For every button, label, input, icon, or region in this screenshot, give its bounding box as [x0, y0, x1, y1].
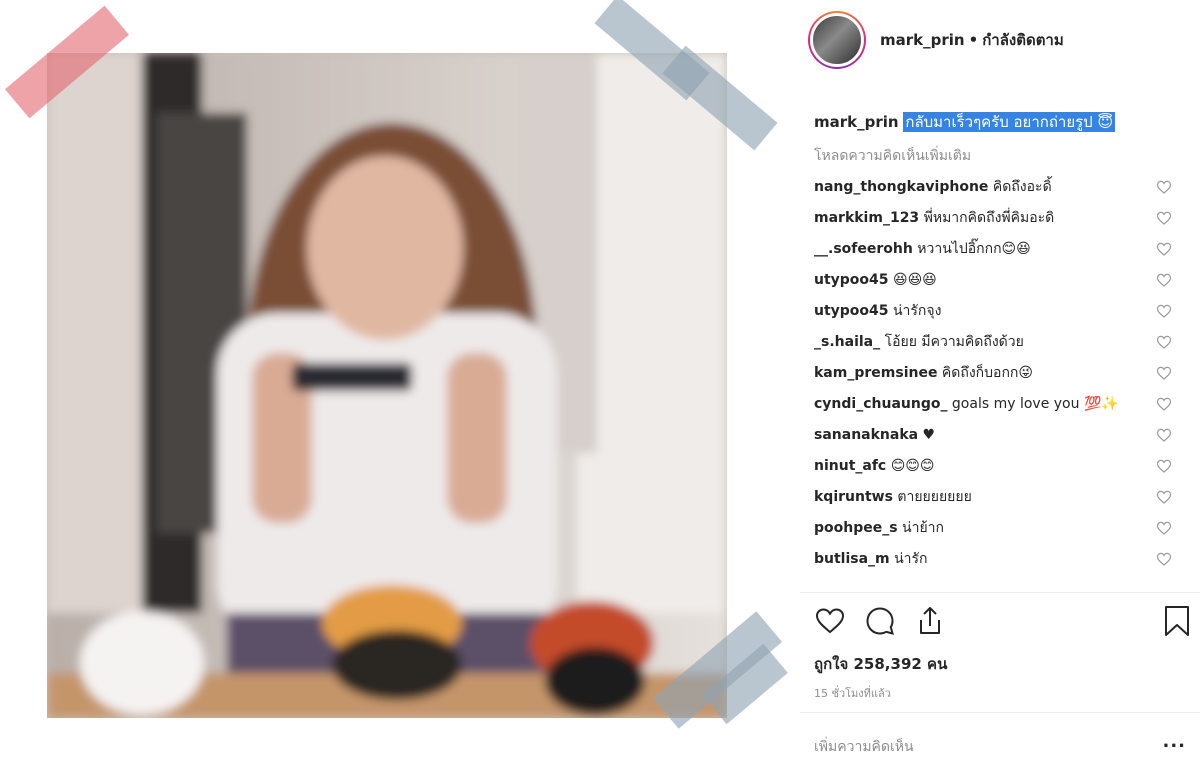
comment-list: nang_thongkaviphone คิดถึงอะดิ้ markkim_1… — [814, 177, 1186, 580]
load-more-comments-link[interactable]: โหลดความคิดเห็นเพิ่มเติม — [814, 145, 971, 167]
comment-like-icon[interactable] — [1156, 210, 1172, 226]
comment-like-icon[interactable] — [1156, 272, 1172, 288]
comment-text: ตายยยยยยย — [897, 489, 972, 505]
comment-row: butlisa_m น่ารัก — [814, 549, 1186, 569]
comment-text: goals my love you 💯✨ — [951, 396, 1119, 412]
comment-row: cyndi_chuaungo_ goals my love you 💯✨ — [814, 394, 1186, 414]
action-bar — [814, 605, 946, 637]
comment-row: utypoo45 😆😆😆 — [814, 270, 1186, 290]
comment-username[interactable]: utypoo45 — [814, 272, 889, 288]
comment-text: หวานไปอิ๊กกก😊😆 — [917, 241, 1031, 257]
comment-username[interactable]: markkim_123 — [814, 210, 919, 226]
comment-username[interactable]: poohpee_s — [814, 520, 898, 536]
comment-row: utypoo45 น่ารักจุง — [814, 301, 1186, 321]
comment-username[interactable]: __.sofeerohh — [814, 241, 913, 257]
comment-row: kqiruntws ตายยยยยยย — [814, 487, 1186, 507]
comment-row: _s.haila_ โอ้ยย มีความคิดถึงด้วย — [814, 332, 1186, 352]
divider — [800, 592, 1200, 593]
comment-like-icon[interactable] — [1156, 179, 1172, 195]
comment-username[interactable]: butlisa_m — [814, 551, 890, 567]
comment-row: markkim_123 พี่หมากคิดถึงพี่คิมอะดิ — [814, 208, 1186, 228]
comment-like-icon[interactable] — [1156, 334, 1172, 350]
comment-text: 😊😊😊 — [890, 458, 935, 474]
post-header: mark_prin • กำลังติดตาม — [808, 10, 1064, 70]
add-comment-input[interactable]: เพิ่มความคิดเห็น — [814, 736, 914, 758]
comment-text: คิดถึงอะดิ้ — [992, 179, 1052, 195]
comment-username[interactable]: ninut_afc — [814, 458, 886, 474]
caption-text: กลับมาเร็วๆครับ อยากถ่ายรูป 😇 — [903, 112, 1116, 132]
comment-text: คิดถึงก็บอกก😜 — [941, 365, 1033, 381]
comment-text: โอ้ยย มีความคิดถึงด้วย — [884, 334, 1024, 350]
comment-like-icon[interactable] — [1156, 489, 1172, 505]
comment-like-icon[interactable] — [1156, 241, 1172, 257]
comment-text: ♥ — [922, 427, 936, 443]
photo-illustration — [47, 53, 727, 718]
bookmark-icon[interactable] — [1162, 605, 1192, 637]
more-options-icon[interactable]: ... — [1162, 731, 1186, 752]
comment-username[interactable]: nang_thongkaviphone — [814, 179, 988, 195]
comment-row: poohpee_s น่าย้าก — [814, 518, 1186, 538]
comment-username[interactable]: _s.haila_ — [814, 334, 880, 350]
post-photo[interactable] — [47, 53, 727, 718]
comment-text: น่าย้าก — [902, 520, 945, 536]
comment-username[interactable]: cyndi_chuaungo_ — [814, 396, 947, 412]
comment-text: น่ารักจุง — [892, 303, 942, 319]
post-sidebar: mark_prin • กำลังติดตาม mark_prin กลับมาเร… — [800, 0, 1200, 775]
comment-username[interactable]: kqiruntws — [814, 489, 893, 505]
comment-row: nang_thongkaviphone คิดถึงอะดิ้ — [814, 177, 1186, 197]
avatar-image — [810, 13, 864, 67]
header-username[interactable]: mark_prin — [880, 31, 965, 49]
follow-status-button[interactable]: กำลังติดตาม — [982, 31, 1064, 49]
comment-text: 😆😆😆 — [892, 272, 937, 288]
comment-username[interactable]: sananaknaka — [814, 427, 918, 443]
comment-like-icon[interactable] — [1156, 396, 1172, 412]
comment-icon[interactable] — [864, 605, 896, 637]
comment-like-icon[interactable] — [1156, 303, 1172, 319]
header-separator: • — [968, 31, 979, 49]
comment-username[interactable]: kam_premsinee — [814, 365, 937, 381]
comment-like-icon[interactable] — [1156, 520, 1172, 536]
comment-like-icon[interactable] — [1156, 427, 1172, 443]
comment-row: ninut_afc 😊😊😊 — [814, 456, 1186, 476]
header-text: mark_prin • กำลังติดตาม — [880, 28, 1064, 52]
comment-like-icon[interactable] — [1156, 458, 1172, 474]
post-photo-area — [0, 0, 800, 775]
comment-like-icon[interactable] — [1156, 551, 1172, 567]
comment-text: พี่หมากคิดถึงพี่คิมอะดิ — [923, 210, 1055, 226]
post-timestamp[interactable]: 15 ชั่วโมงที่แล้ว — [814, 684, 891, 702]
heart-icon[interactable] — [814, 605, 846, 637]
comment-like-icon[interactable] — [1156, 365, 1172, 381]
post-caption: mark_prin กลับมาเร็วๆครับ อยากถ่ายรูป 😇 — [814, 110, 1116, 134]
share-icon[interactable] — [914, 605, 946, 637]
comment-text: น่ารัก — [894, 551, 928, 567]
comment-row: kam_premsinee คิดถึงก็บอกก😜 — [814, 363, 1186, 383]
avatar[interactable] — [808, 11, 866, 69]
comment-row: sananaknaka ♥ — [814, 425, 1186, 445]
divider — [800, 712, 1200, 713]
caption-username[interactable]: mark_prin — [814, 113, 899, 131]
comment-row: __.sofeerohh หวานไปอิ๊กกก😊😆 — [814, 239, 1186, 259]
comment-username[interactable]: utypoo45 — [814, 303, 889, 319]
like-count[interactable]: ถูกใจ 258,392 คน — [814, 652, 947, 676]
